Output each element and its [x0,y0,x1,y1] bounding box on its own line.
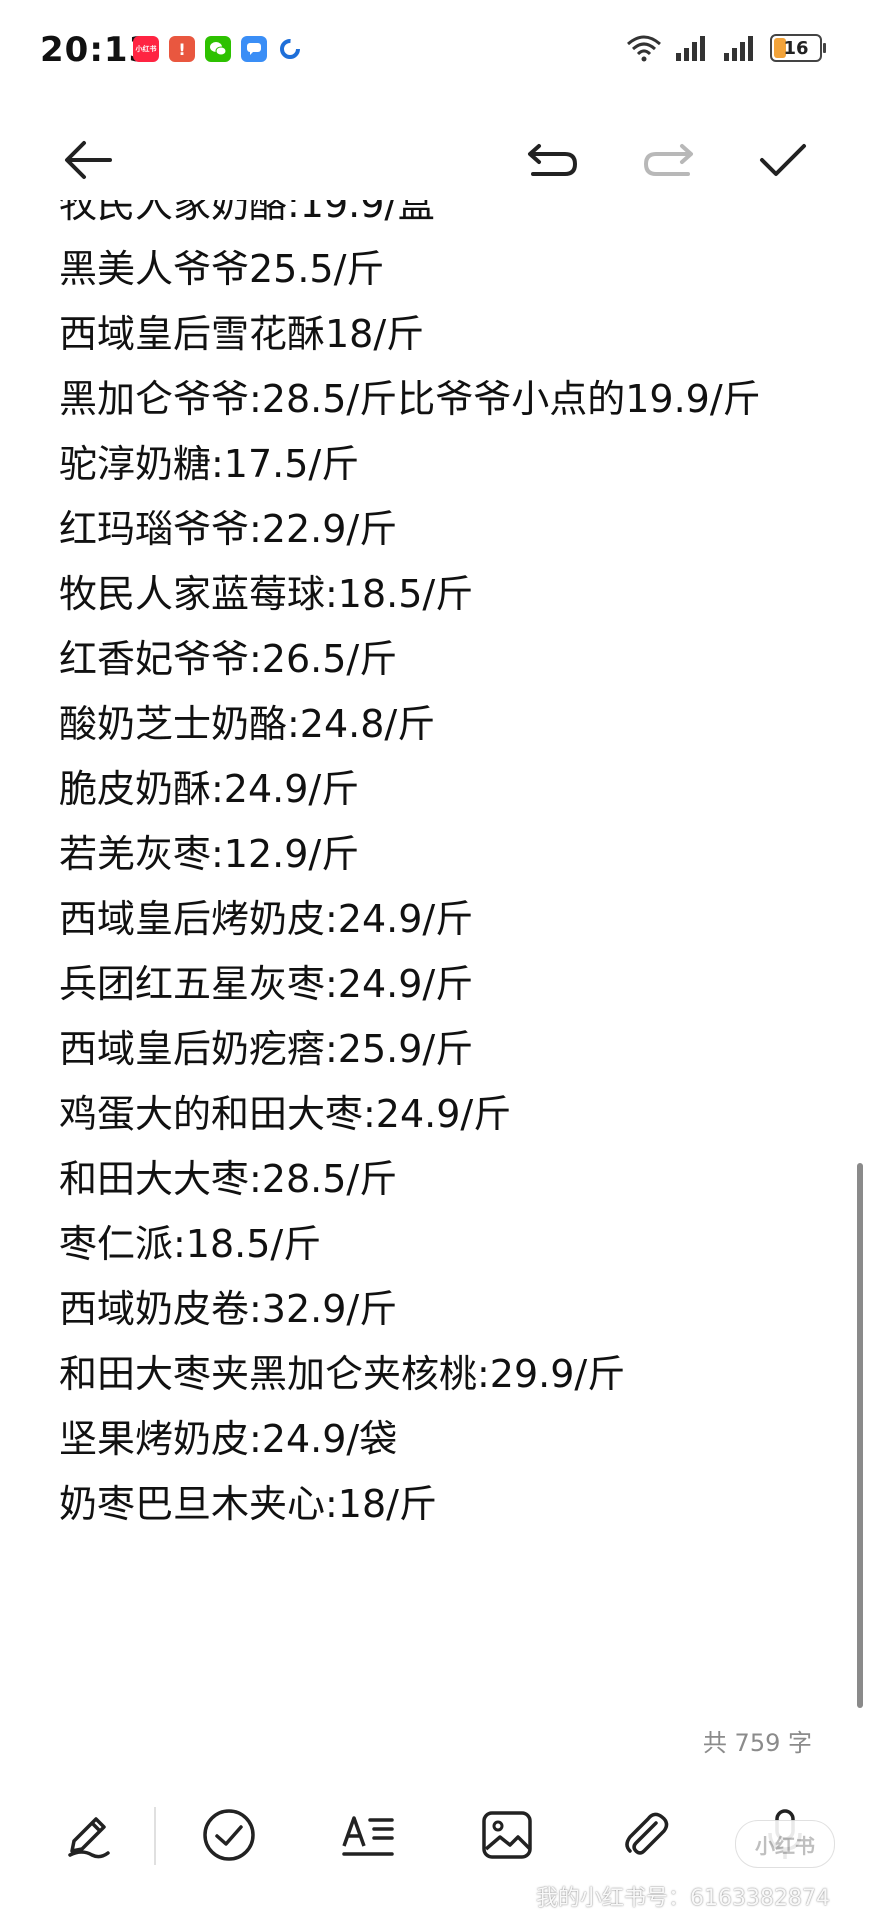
note-line[interactable]: 红香妃爷爷:26.5/斤 [59,627,761,692]
note-line[interactable]: 红玛瑙爷爷:22.9/斤 [59,497,761,562]
image-button[interactable] [467,1795,547,1875]
note-line[interactable]: 和田大大枣:28.5/斤 [59,1147,761,1212]
status-indicators: 16 [626,34,826,62]
attachment-icon [625,1812,669,1855]
note-line[interactable]: 黑加仑爷爷:28.5/斤比爷爷小点的19.9/斤 [59,367,761,432]
note-line[interactable]: 西域皇后雪花酥18/斤 [59,302,761,367]
toolbar-divider [154,1807,156,1865]
note-line[interactable]: 脆皮奶酥:24.9/斤 [59,757,761,822]
wifi-icon [627,35,661,62]
message-bubble [247,43,261,55]
battery-icon: 16 [770,34,826,62]
browser-logo [280,39,300,59]
note-body[interactable]: 牧民人家奶酪:19.9/盒 黑美人爷爷25.5/斤 西域皇后雪花酥18/斤 黑加… [59,200,839,1700]
text-format-icon [342,1816,394,1856]
xiaohongshu-icon-label: 小红书 [135,45,157,53]
xiaohongshu-icon: 小红书 [133,36,159,62]
alert-icon-label: ! [178,39,186,59]
watermark-text: 我的小红书号：6163382874 [536,1886,830,1911]
wechat-icon [205,36,231,62]
note-line[interactable]: 和田大枣夹黑加仑夹核桃:29.9/斤 [59,1342,761,1407]
browser-icon [277,36,303,62]
note-line[interactable]: 牧民人家奶酪:19.9/盒 [59,200,761,237]
done-button[interactable] [743,120,823,200]
scrollbar-thumb[interactable] [857,1163,863,1708]
note-line[interactable]: 牧民人家蓝莓球:18.5/斤 [59,562,761,627]
xiaohongshu-watermark-logo: 小红书 [735,1820,835,1868]
note-line[interactable]: 奶枣巴旦木夹心:18/斤 [59,1472,761,1537]
note-line[interactable]: 西域皇后奶疙瘩:25.9/斤 [59,1017,761,1082]
note-line[interactable]: 酸奶芝士奶酪:24.8/斤 [59,692,761,757]
back-button[interactable] [48,120,128,200]
note-line[interactable]: 西域奶皮卷:32.9/斤 [59,1277,761,1342]
note-line[interactable]: 西域皇后烤奶皮:24.9/斤 [59,887,761,952]
note-line[interactable]: 鸡蛋大的和田大枣:24.9/斤 [59,1082,761,1147]
status-bar: 20:13 小红书 ! 16 [0,0,870,100]
note-line[interactable]: 若羌灰枣:12.9/斤 [59,822,761,887]
wechat-bubbles [210,42,227,56]
editor-toolbar [0,120,870,200]
redo-button[interactable] [628,120,708,200]
pen-icon [68,1817,110,1859]
attachment-button[interactable] [606,1795,686,1875]
checkmark-icon [760,144,806,176]
notification-icons: 小红书 ! [133,36,303,62]
alert-icon: ! [169,36,195,62]
back-arrow-icon [65,141,112,179]
undo-icon [528,144,578,176]
note-line[interactable]: 兵团红五星灰枣:24.9/斤 [59,952,761,1017]
note-lines: 牧民人家奶酪:19.9/盒 黑美人爷爷25.5/斤 西域皇后雪花酥18/斤 黑加… [59,200,761,1537]
undo-button[interactable] [513,120,593,200]
checklist-button[interactable] [189,1795,269,1875]
note-line[interactable]: 坚果烤奶皮:24.9/袋 [59,1407,761,1472]
checklist-icon [203,1809,255,1861]
pen-button[interactable] [48,1795,128,1875]
text-format-button[interactable] [328,1795,408,1875]
note-line[interactable]: 黑美人爷爷25.5/斤 [59,237,761,302]
redo-icon [643,144,693,176]
note-line[interactable]: 枣仁派:18.5/斤 [59,1212,761,1277]
battery-level: 16 [783,37,809,59]
image-icon [482,1811,532,1859]
signal-1-icon [676,36,705,61]
word-count: 共 759 字 [702,1729,812,1757]
message-icon [241,36,267,62]
notes-app-screen: 20:13 小红书 ! 16 牧民人家奶酪:19.9/盒 黑美人爷爷25.5/斤… [0,0,870,1920]
signal-2-icon [724,36,753,61]
note-line[interactable]: 驼淳奶糖:17.5/斤 [59,432,761,497]
